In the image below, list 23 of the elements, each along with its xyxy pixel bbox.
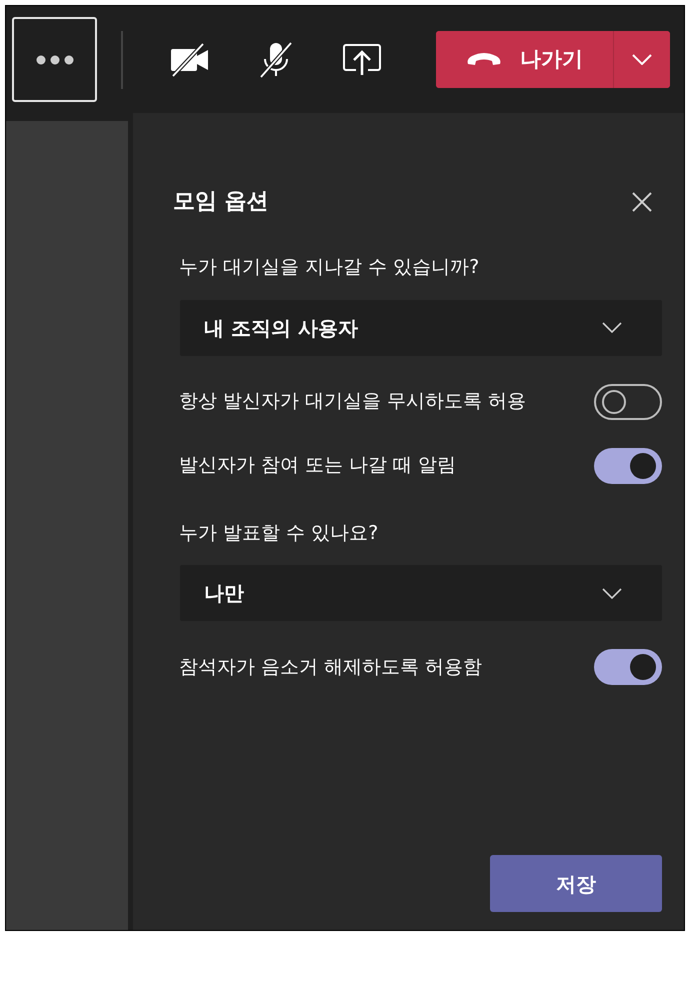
toggle-label: 항상 발신자가 대기실을 무시하도록 허용 <box>179 389 528 414</box>
toggle-switch[interactable] <box>594 384 662 420</box>
toggle-label: 발신자가 참여 또는 나갈 때 알림 <box>179 453 458 478</box>
chevron-down-icon <box>632 54 652 65</box>
close-button[interactable] <box>630 190 654 214</box>
share-icon <box>343 44 381 76</box>
dropdown-field[interactable]: 내 조직의 사용자 <box>180 300 662 356</box>
close-icon <box>632 192 652 212</box>
dropdown-field[interactable]: 나만 <box>180 565 662 621</box>
save-button[interactable]: 저장 <box>490 855 662 912</box>
field-label: 누가 발표할 수 있나요? <box>179 520 380 546</box>
toggle-label: 참석자가 음소거 해제하도록 허용함 <box>179 654 484 680</box>
toggle-switch[interactable] <box>594 649 662 685</box>
field-label: 누가 대기실을 지나갈 수 있습니까? <box>179 255 480 280</box>
camera-off-icon <box>170 42 210 76</box>
chevron-down-icon <box>602 588 622 598</box>
chevron-down-icon <box>602 322 622 333</box>
more-button[interactable] <box>12 17 97 102</box>
mic-off-icon <box>258 40 294 78</box>
more-icon <box>36 54 74 64</box>
toggle-switch[interactable] <box>594 448 662 484</box>
panel-title: 모임 옵션 <box>173 188 269 216</box>
phone-icon <box>466 52 502 66</box>
